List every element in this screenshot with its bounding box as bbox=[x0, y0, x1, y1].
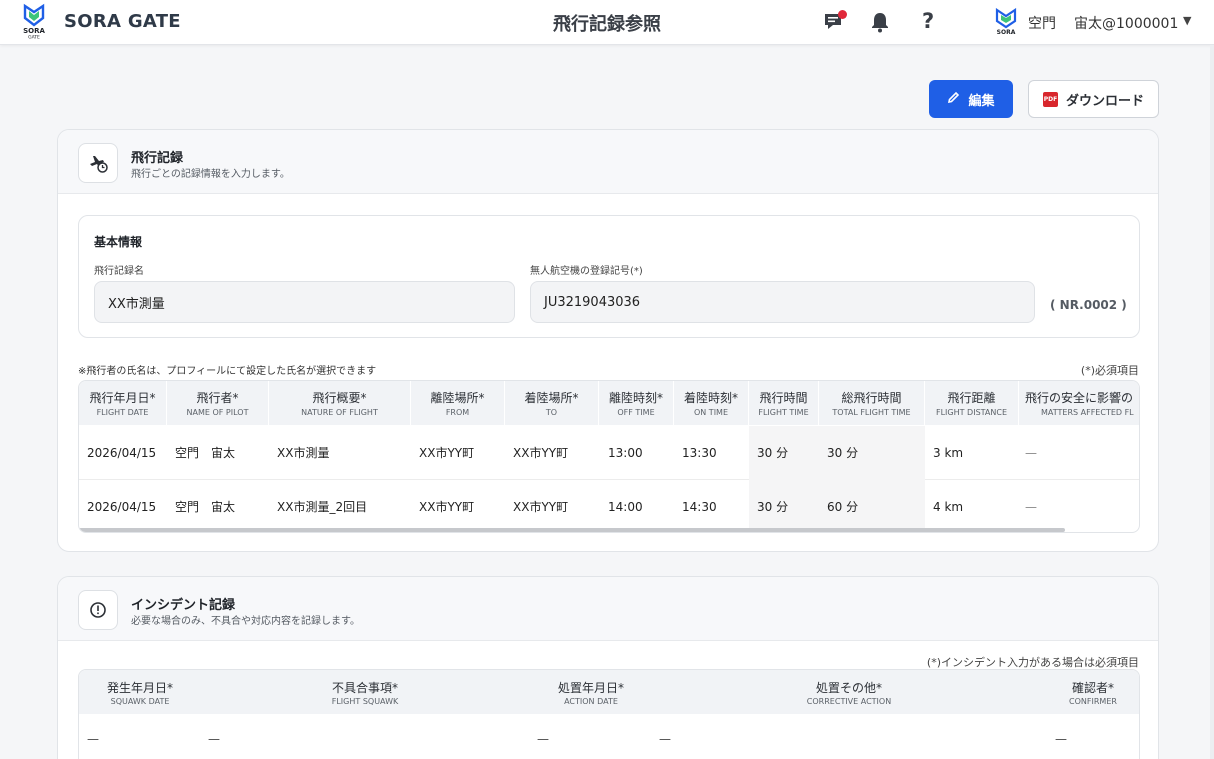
message-alert-icon[interactable] bbox=[822, 9, 848, 35]
record-name-field[interactable]: XX市測量 bbox=[94, 281, 515, 323]
column-header: 確認者* CONFIRMER bbox=[1069, 681, 1117, 706]
cell-total-time: 60 分 bbox=[827, 500, 859, 514]
top-header: SORA GATE SORA GATE 飛行記録参照 ? SORA 空門 宙太@… bbox=[0, 0, 1214, 45]
column-header: 飛行の安全に影響の MATTERS AFFECTED FL bbox=[1019, 381, 1139, 425]
required-note: (*)必須項目 bbox=[1080, 364, 1139, 377]
cell-flight-date: 2026/04/15 bbox=[87, 500, 157, 514]
registration-label: 無人航空機の登録記号(*) bbox=[530, 266, 643, 277]
incident-subtitle: 必要な場合のみ、不具合や対応内容を記録します。 bbox=[131, 616, 360, 627]
registration-field[interactable]: JU3219043036 bbox=[530, 281, 1035, 323]
cell-from: XX市YY町 bbox=[419, 500, 475, 514]
column-header: 処置年月日* ACTION DATE bbox=[557, 681, 624, 706]
cell-nature: XX市測量_2回目 bbox=[277, 500, 368, 514]
cell-matters: — bbox=[1025, 500, 1037, 514]
cell-to: XX市YY町 bbox=[513, 446, 569, 460]
column-header: 飛行年月日* FLIGHT DATE bbox=[79, 381, 167, 425]
cell-on-time: 14:30 bbox=[682, 500, 717, 514]
flight-record-card: 飛行記録 飛行ごとの記録情報を入力します。 基本情報 飛行記録名 XX市測量 無… bbox=[57, 129, 1159, 552]
incident-title: インシデント記録 bbox=[131, 598, 236, 613]
table-row[interactable]: 2026/04/15 空門 宙太 XX市測量_2回目 XX市YY町 XX市YY町… bbox=[79, 480, 1139, 532]
download-button-label: ダウンロード bbox=[1065, 93, 1144, 109]
flight-record-subtitle: 飛行ごとの記録情報を入力します。 bbox=[131, 169, 290, 180]
flight-record-header: 飛行記録 飛行ごとの記録情報を入力します。 bbox=[58, 130, 1158, 194]
notification-dot bbox=[838, 10, 847, 19]
incident-table-header: 発生年月日* SQUAWK DATE 不具合事項* FLIGHT SQUAWK 処置… bbox=[79, 670, 1139, 714]
svg-text:SORA: SORA bbox=[997, 29, 1016, 36]
svg-text:GATE: GATE bbox=[28, 35, 40, 40]
flight-log-table: 飛行年月日* FLIGHT DATE 飛行者* NAME OF PILOT 飛行概要… bbox=[78, 380, 1140, 533]
cell-distance: 3 km bbox=[933, 446, 964, 460]
flight-clock-icon bbox=[78, 143, 118, 183]
cell-flight-date: 2026/04/15 bbox=[87, 446, 157, 460]
column-header: 処置その他* CORRECTIVE ACTION bbox=[806, 681, 892, 706]
column-header: 飛行距離 FLIGHT DISTANCE bbox=[925, 381, 1019, 425]
incident-header: インシデント記録 必要な場合のみ、不具合や対応内容を記録します。 bbox=[58, 577, 1158, 641]
incident-cell: — bbox=[1055, 732, 1067, 746]
basic-info-section: 基本情報 飛行記録名 XX市測量 無人航空機の登録記号(*) JU3219043… bbox=[78, 215, 1140, 338]
cell-pilot: 空門 宙太 bbox=[175, 500, 236, 514]
column-header: 不具合事項* FLIGHT SQUAWK bbox=[331, 681, 399, 706]
incident-table: 発生年月日* SQUAWK DATE 不具合事項* FLIGHT SQUAWK 処置… bbox=[78, 669, 1140, 759]
column-header: 総飛行時間 TOTAL FLIGHT TIME bbox=[819, 381, 925, 425]
column-header: 着陸場所* TO bbox=[505, 381, 599, 425]
svg-text:SORA: SORA bbox=[23, 27, 45, 35]
user-name[interactable]: 空門 bbox=[1028, 13, 1056, 33]
column-header: 発生年月日* SQUAWK DATE bbox=[106, 681, 173, 706]
cell-on-time: 13:30 bbox=[682, 446, 717, 460]
column-header: 着陸時刻* ON TIME bbox=[674, 381, 749, 425]
brand-name: SORA GATE bbox=[64, 11, 181, 32]
incident-cell: — bbox=[537, 732, 549, 746]
incident-cell: — bbox=[87, 732, 99, 746]
chevron-down-icon[interactable]: ▼ bbox=[1183, 14, 1191, 27]
column-header: 飛行者* NAME OF PILOT bbox=[167, 381, 269, 425]
help-icon[interactable]: ? bbox=[922, 9, 934, 33]
table-row[interactable]: 2026/04/15 空門 宙太 XX市測量 XX市YY町 XX市YY町 13:… bbox=[79, 426, 1139, 480]
user-org-logo[interactable]: SORA bbox=[993, 7, 1019, 38]
cell-pilot: 空門 宙太 bbox=[175, 446, 236, 460]
column-header: 飛行時間 FLIGHT TIME bbox=[749, 381, 819, 425]
pilot-name-note: ※飛行者の氏名は、プロフィールにて設定した氏名が選択できます bbox=[78, 366, 377, 377]
column-header: 離陸場所* FROM bbox=[411, 381, 505, 425]
user-id[interactable]: 宙太@1000001 bbox=[1074, 13, 1178, 33]
cell-distance: 4 km bbox=[933, 500, 964, 514]
edit-button[interactable]: 編集 bbox=[929, 80, 1013, 118]
nr-number: ( NR.0002 ) bbox=[1050, 298, 1127, 312]
cell-to: XX市YY町 bbox=[513, 500, 569, 514]
cell-total-time: 30 分 bbox=[827, 446, 859, 460]
cell-matters: — bbox=[1025, 446, 1037, 460]
download-button[interactable]: PDF ダウンロード bbox=[1028, 80, 1159, 118]
alert-circle-icon bbox=[78, 590, 118, 630]
table-header: 飛行年月日* FLIGHT DATE 飛行者* NAME OF PILOT 飛行概要… bbox=[79, 381, 1139, 425]
incident-cell: — bbox=[208, 732, 220, 746]
vertical-scrollbar[interactable] bbox=[1210, 45, 1214, 759]
cell-nature: XX市測量 bbox=[277, 446, 330, 460]
sora-gate-logo[interactable]: SORA GATE bbox=[20, 3, 48, 41]
flight-record-title: 飛行記録 bbox=[131, 151, 184, 166]
incident-card: インシデント記録 必要な場合のみ、不具合や対応内容を記録します。 (*)インシデ… bbox=[57, 576, 1159, 759]
basic-info-title: 基本情報 bbox=[94, 235, 143, 249]
pencil-icon bbox=[947, 91, 960, 108]
incident-required-note: (*)インシデント入力がある場合は必須項目 bbox=[926, 656, 1139, 669]
column-header: 離陸時刻* OFF TIME bbox=[599, 381, 674, 425]
horizontal-scrollbar[interactable] bbox=[79, 528, 1065, 532]
pdf-icon: PDF bbox=[1042, 91, 1058, 107]
cell-from: XX市YY町 bbox=[419, 446, 475, 460]
edit-button-label: 編集 bbox=[968, 93, 995, 109]
incident-cell: — bbox=[659, 732, 671, 746]
column-header: 飛行概要* NATURE OF FLIGHT bbox=[269, 381, 411, 425]
cell-off-time: 13:00 bbox=[608, 446, 643, 460]
record-name-label: 飛行記録名 bbox=[94, 266, 144, 277]
bell-icon[interactable] bbox=[867, 9, 893, 35]
cell-off-time: 14:00 bbox=[608, 500, 643, 514]
